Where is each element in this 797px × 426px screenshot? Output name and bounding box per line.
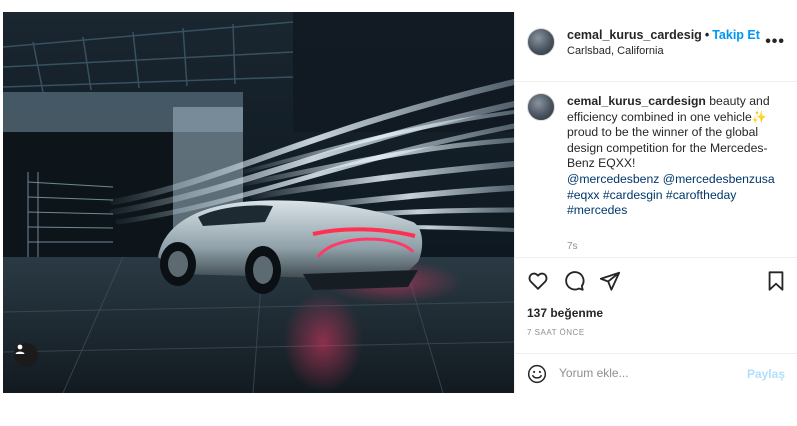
share-button[interactable]: Paylaş: [747, 367, 785, 381]
action-section: 137 beğenme 7 SAAT ÖNCE: [515, 257, 797, 363]
caption-avatar[interactable]: [527, 93, 555, 121]
instagram-post: cemal_kurus_cardesig • Takip Et Carlsbad, …: [3, 12, 797, 393]
caption-username[interactable]: cemal_kurus_cardesign: [567, 94, 706, 108]
like-count[interactable]: 137 beğenme: [527, 306, 603, 320]
post-sidebar: cemal_kurus_cardesig • Takip Et Carlsbad, …: [514, 12, 797, 393]
location-link[interactable]: Carlsbad, California: [567, 45, 664, 57]
bookmark-icon[interactable]: [765, 270, 787, 292]
heart-icon[interactable]: [527, 270, 549, 292]
caption-text: cemal_kurus_cardesign beauty and efficie…: [567, 94, 785, 219]
user-tag-icon: [15, 344, 25, 354]
avatar[interactable]: [527, 28, 555, 56]
caption-area: cemal_kurus_cardesign beauty and efficie…: [515, 83, 797, 256]
comment-input[interactable]: [559, 362, 739, 384]
header-username-line: cemal_kurus_cardesig • Takip Et: [567, 28, 760, 42]
post-image[interactable]: [3, 12, 514, 393]
post-header: cemal_kurus_cardesig • Takip Et Carlsbad, …: [515, 12, 797, 82]
smiley-icon[interactable]: [527, 364, 547, 384]
user-tag-button[interactable]: [14, 343, 38, 367]
action-icons-row: [525, 270, 787, 294]
posted-time: 7 SAAT ÖNCE: [527, 328, 585, 337]
caption-hashtags[interactable]: @mercedesbenz @mercedesbenzusa #eqxx #ca…: [567, 172, 775, 217]
car-wind-tunnel-photo: [3, 12, 514, 393]
more-options-icon[interactable]: •••: [765, 33, 785, 51]
follow-button[interactable]: Takip Et: [712, 28, 760, 42]
comment-icon[interactable]: [563, 270, 585, 292]
caption-time: 7s: [567, 241, 578, 252]
share-icon[interactable]: [599, 270, 621, 292]
comment-box: Paylaş: [515, 353, 797, 393]
username-link[interactable]: cemal_kurus_cardesig: [567, 28, 702, 42]
separator-dot: •: [704, 28, 710, 42]
